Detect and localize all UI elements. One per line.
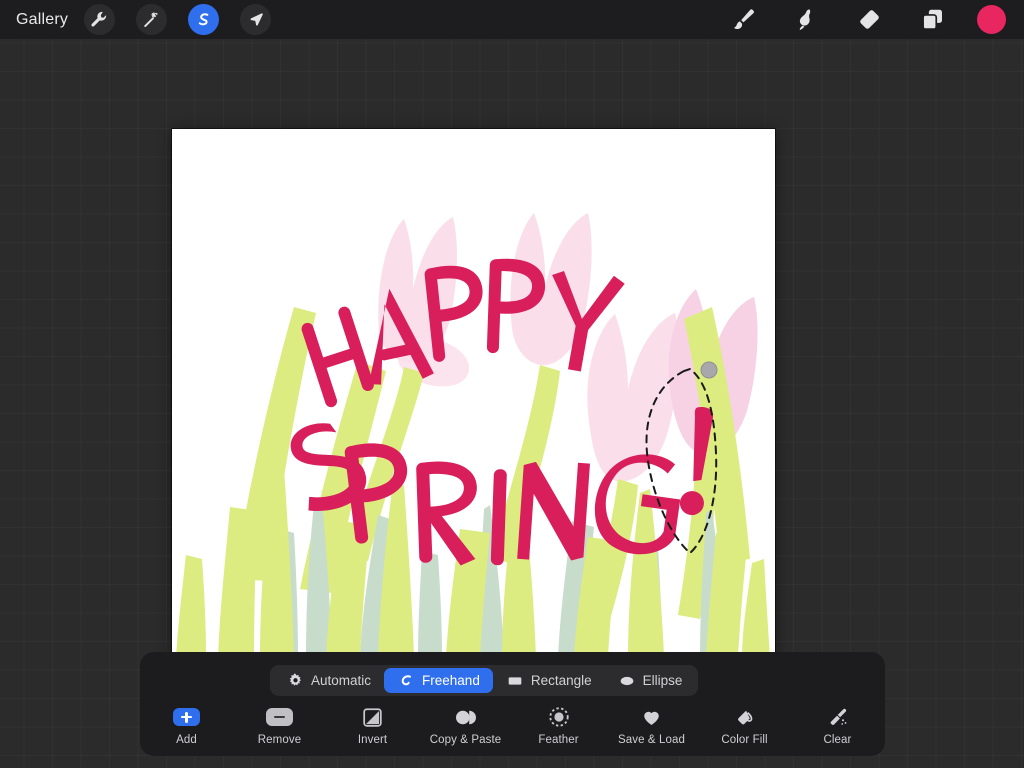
wrench-icon[interactable] xyxy=(84,4,116,35)
action-color-fill[interactable]: Color Fill xyxy=(698,704,791,746)
copy-paste-icon xyxy=(454,704,478,730)
selection-s-icon[interactable] xyxy=(188,4,220,35)
layers-glyph xyxy=(921,9,942,30)
action-save-load[interactable]: Save & Load xyxy=(605,704,698,746)
burst-icon xyxy=(286,672,304,690)
action-feather-label: Feather xyxy=(538,734,579,746)
selection-mode-freehand-label: Freehand xyxy=(422,673,480,688)
action-clear[interactable]: Clear xyxy=(791,704,884,746)
layers-icon[interactable] xyxy=(914,3,950,37)
heart-glyph xyxy=(644,711,659,725)
rectangle-glyph xyxy=(508,676,522,685)
minus-pill-icon xyxy=(266,704,293,730)
ellipse-glyph xyxy=(620,676,633,685)
plus-pill-icon xyxy=(173,704,200,730)
action-add[interactable]: Add xyxy=(140,704,233,746)
action-remove-label: Remove xyxy=(257,734,302,746)
paint-bucket-icon xyxy=(734,704,755,730)
feather-glyph xyxy=(548,707,569,727)
action-feather[interactable]: Feather xyxy=(512,704,605,746)
top-toolbar: Gallery xyxy=(0,0,1024,39)
selection-mode-segmented-control: Automatic Freehand Rectangle Ellipse xyxy=(270,665,699,696)
smudge-glyph xyxy=(799,9,810,30)
magic-wand-icon[interactable] xyxy=(136,4,168,35)
paintbrush-icon[interactable] xyxy=(725,3,761,37)
selection-mode-ellipse[interactable]: Ellipse xyxy=(605,668,696,693)
eraser-glyph xyxy=(859,10,879,29)
top-toolbar-right xyxy=(725,3,1024,37)
paint-bucket-glyph xyxy=(738,710,753,724)
action-invert-label: Invert xyxy=(357,734,388,746)
action-color-fill-label: Color Fill xyxy=(721,734,768,746)
smudge-icon[interactable] xyxy=(788,3,824,37)
gallery-button[interactable]: Gallery xyxy=(16,11,68,29)
selection-s-glyph xyxy=(198,12,208,25)
selection-mode-rectangle-label: Rectangle xyxy=(530,673,592,688)
invert-glyph xyxy=(363,707,382,727)
selection-toolbar-panel: Automatic Freehand Rectangle Ellipse Add… xyxy=(140,652,885,756)
grass-sage-4 xyxy=(418,551,442,657)
copy-paste-glyph xyxy=(455,710,476,724)
broom-icon xyxy=(827,704,849,730)
transform-arrow-icon[interactable] xyxy=(240,4,272,35)
burst-glyph xyxy=(289,673,301,686)
action-copy-paste-label: Copy & Paste xyxy=(429,734,502,746)
magic-wand-glyph xyxy=(144,11,158,27)
artwork-canvas[interactable] xyxy=(172,129,775,657)
scribble-glyph xyxy=(401,674,412,685)
heart-icon xyxy=(641,704,662,730)
paintbrush-glyph xyxy=(733,9,754,30)
action-remove[interactable]: Remove xyxy=(233,704,326,746)
selection-mode-ellipse-label: Ellipse xyxy=(642,673,683,688)
selection-mode-automatic[interactable]: Automatic xyxy=(273,668,384,693)
selection-handle xyxy=(700,361,718,379)
action-clear-label: Clear xyxy=(823,734,852,746)
action-copy-paste[interactable]: Copy & Paste xyxy=(419,704,512,746)
selection-mode-rectangle[interactable]: Rectangle xyxy=(493,668,605,693)
broom-glyph xyxy=(830,708,846,725)
color-swatch[interactable] xyxy=(977,5,1006,34)
selection-mode-freehand[interactable]: Freehand xyxy=(384,668,493,693)
artwork-svg xyxy=(172,129,775,657)
action-save-load-label: Save & Load xyxy=(618,734,685,746)
action-add-label: Add xyxy=(176,734,197,746)
eraser-icon[interactable] xyxy=(851,3,887,37)
action-invert[interactable]: Invert xyxy=(326,704,419,746)
scribble-icon xyxy=(397,672,415,690)
invert-icon xyxy=(362,704,383,730)
selection-actions-row: Add Remove Invert Copy & Paste Feather S… xyxy=(140,704,885,756)
rectangle-icon xyxy=(506,672,524,690)
selection-mode-automatic-label: Automatic xyxy=(311,673,372,688)
transform-arrow-glyph xyxy=(250,12,263,26)
feather-icon xyxy=(548,704,570,730)
wrench-glyph xyxy=(91,11,107,27)
ellipse-icon xyxy=(618,672,636,690)
procreate-app: Gallery Automatic Freehand Rectangle Ell… xyxy=(0,0,1024,768)
